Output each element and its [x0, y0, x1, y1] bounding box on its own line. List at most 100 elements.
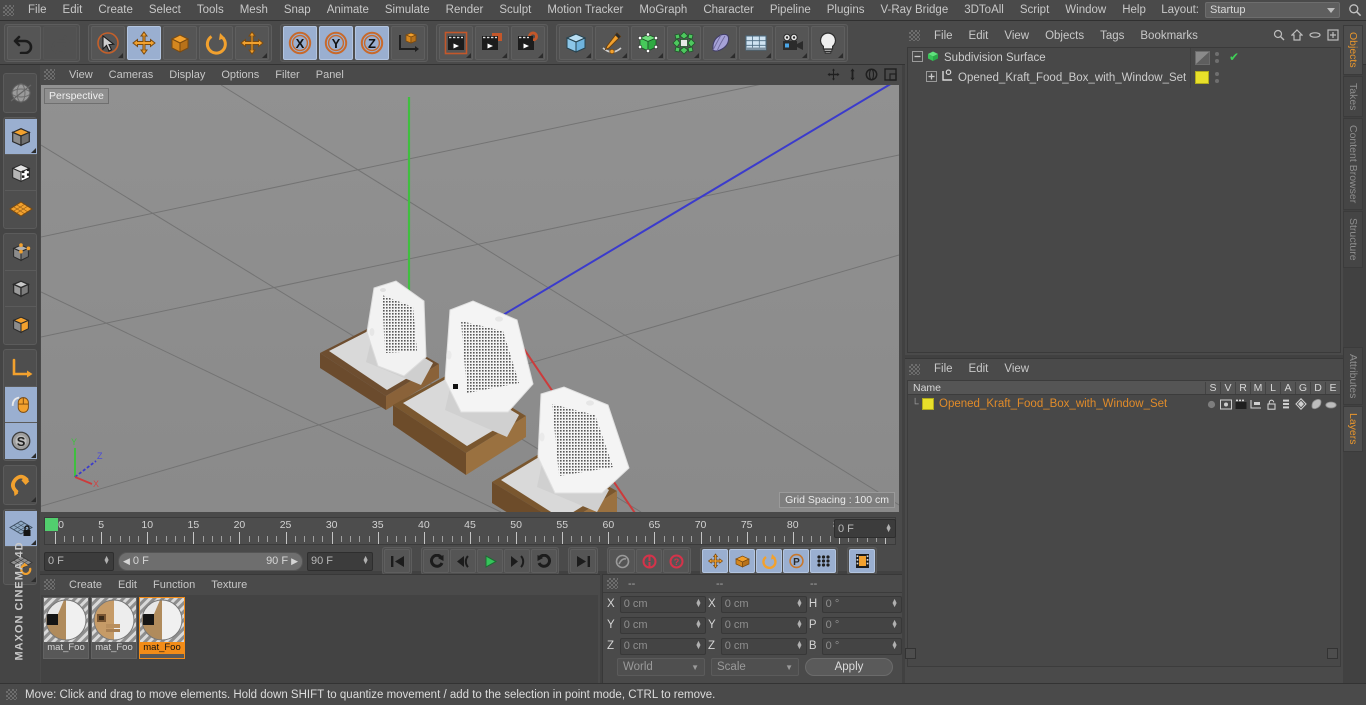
column-m[interactable]: M: [1250, 381, 1265, 394]
viewport-menu-display[interactable]: Display: [161, 67, 213, 83]
visible-icon[interactable]: [1219, 397, 1233, 411]
menu-plugins[interactable]: Plugins: [819, 1, 873, 19]
undo-button[interactable]: [7, 25, 41, 60]
menu-mesh[interactable]: Mesh: [232, 1, 276, 19]
material-list[interactable]: mat_Foo mat_Foo mat_Foo: [41, 595, 598, 683]
soft-selection-button[interactable]: S: [5, 423, 37, 459]
viewport-menu-filter[interactable]: Filter: [267, 67, 307, 83]
layers-grip[interactable]: [909, 363, 920, 375]
material-grip[interactable]: [44, 579, 55, 590]
statusbar-grip[interactable]: [6, 689, 17, 700]
position-x-field[interactable]: 0 cm ▲ ▼: [619, 595, 706, 613]
points-mode-button[interactable]: [5, 235, 37, 271]
scale-tool[interactable]: [163, 25, 197, 60]
menu-character[interactable]: Character: [695, 1, 762, 19]
model-mode-button[interactable]: [5, 119, 37, 155]
size-z-field[interactable]: 0 cm ▲ ▼: [720, 637, 807, 655]
previous-keyframe-button[interactable]: [423, 549, 449, 573]
eye-icon[interactable]: [1309, 28, 1321, 46]
menu-create[interactable]: Create: [90, 1, 141, 19]
render-settings-button[interactable]: [511, 25, 545, 60]
enable-axis-modification-button[interactable]: [5, 387, 37, 423]
render-to-picture-viewer-button[interactable]: [475, 25, 509, 60]
viewport-menu-view[interactable]: View: [61, 67, 101, 83]
current-frame-field-right[interactable]: 0 F ▲ ▼: [834, 519, 896, 538]
menu-simulate[interactable]: Simulate: [377, 1, 438, 19]
tab-layers[interactable]: Layers: [1343, 406, 1363, 452]
current-frame-marker[interactable]: [45, 518, 58, 531]
record-rotation-button[interactable]: [756, 549, 782, 573]
scroll-right-arrow[interactable]: [1327, 648, 1338, 659]
render-view-button[interactable]: [439, 25, 473, 60]
object-menu-edit[interactable]: Edit: [961, 27, 997, 45]
object-menu-bookmarks[interactable]: Bookmarks: [1132, 27, 1206, 45]
position-y-field[interactable]: 0 cm ▲ ▼: [619, 616, 706, 634]
object-row-subdivision-surface[interactable]: Subdivision Surface ✔: [908, 48, 1340, 68]
position-z-field[interactable]: 0 cm ▲ ▼: [619, 637, 706, 655]
add-deformer-button[interactable]: [703, 25, 737, 60]
range-right-arrow-icon[interactable]: ▶: [291, 556, 298, 567]
object-menu-objects[interactable]: Objects: [1037, 27, 1092, 45]
menu-help[interactable]: Help: [1114, 1, 1154, 19]
rotate-tool[interactable]: [199, 25, 233, 60]
live-selection-tool[interactable]: [91, 25, 125, 60]
object-axis-mode-button[interactable]: [5, 351, 37, 387]
menu-script[interactable]: Script: [1012, 1, 1057, 19]
coordinates-grip[interactable]: [607, 578, 618, 589]
column-g[interactable]: G: [1295, 381, 1310, 394]
object-menu-file[interactable]: File: [926, 27, 961, 45]
spinner-icon[interactable]: ▲ ▼: [103, 555, 110, 566]
spinner-icon[interactable]: ▲ ▼: [796, 640, 803, 651]
solo-dot-icon[interactable]: [1204, 397, 1218, 411]
viewport-menu-options[interactable]: Options: [213, 67, 267, 83]
column-r[interactable]: R: [1235, 381, 1250, 394]
menu-select[interactable]: Select: [141, 1, 189, 19]
spinner-icon[interactable]: ▲ ▼: [695, 640, 702, 651]
object-menu-tags[interactable]: Tags: [1092, 27, 1132, 45]
tab-objects[interactable]: Objects: [1343, 25, 1363, 75]
record-pla-button[interactable]: [810, 549, 836, 573]
menu-tools[interactable]: Tools: [189, 1, 232, 19]
spinner-icon[interactable]: ▲ ▼: [796, 598, 803, 609]
menu-vray-bridge[interactable]: V-Ray Bridge: [872, 1, 956, 19]
menubar-grip[interactable]: [3, 4, 14, 16]
spinner-icon[interactable]: ▲ ▼: [885, 523, 892, 534]
animation-icon[interactable]: [1279, 397, 1293, 411]
home-icon[interactable]: [1290, 28, 1304, 46]
layers-list[interactable]: └ Opened_Kraft_Food_Box_with_Window_Set: [907, 395, 1341, 667]
menu-render[interactable]: Render: [438, 1, 492, 19]
generator-icon[interactable]: [1294, 397, 1308, 411]
add-generator-button[interactable]: [631, 25, 665, 60]
layout-dropdown[interactable]: Startup: [1205, 2, 1340, 18]
range-left-arrow-icon[interactable]: ◀: [123, 556, 130, 567]
layers-menu-file[interactable]: File: [926, 360, 961, 378]
edges-mode-button[interactable]: [5, 271, 37, 307]
column-v[interactable]: V: [1220, 381, 1235, 394]
record-parameter-button[interactable]: P: [783, 549, 809, 573]
add-layer-icon[interactable]: [1327, 28, 1339, 46]
spinner-icon[interactable]: ▲ ▼: [695, 598, 702, 609]
manager-icon[interactable]: [1249, 397, 1263, 411]
expander-plus-icon[interactable]: [926, 69, 937, 87]
rotation-b-field[interactable]: 0 ° ▲ ▼: [821, 637, 902, 655]
coordinate-system-dropdown[interactable]: World ▼: [617, 658, 705, 676]
auto-keying-button[interactable]: ?: [663, 549, 689, 573]
material-menu-create[interactable]: Create: [61, 577, 110, 593]
orbit-icon[interactable]: [864, 67, 879, 82]
material-item[interactable]: mat_Foo: [139, 597, 185, 659]
zoom-dolly-icon[interactable]: [845, 67, 860, 82]
go-to-end-button[interactable]: [570, 549, 596, 573]
size-y-field[interactable]: 0 cm ▲ ▼: [720, 616, 807, 634]
object-manager-grip[interactable]: [909, 30, 920, 41]
maximize-viewport-icon[interactable]: [883, 67, 898, 82]
expander-minus-icon[interactable]: [912, 49, 923, 67]
step-forward-button[interactable]: [504, 549, 530, 573]
record-scale-button[interactable]: [729, 549, 755, 573]
menu-snap[interactable]: Snap: [276, 1, 319, 19]
world-object-coordinate-button[interactable]: [391, 25, 425, 60]
material-item[interactable]: mat_Foo: [43, 597, 89, 659]
step-back-button[interactable]: [450, 549, 476, 573]
object-tree[interactable]: Subdivision Surface ✔ Opened_Kraft_Food_…: [907, 47, 1341, 353]
menu-3dtoall[interactable]: 3DToAll: [956, 1, 1012, 19]
tag-dots-icon[interactable]: [1215, 72, 1219, 83]
